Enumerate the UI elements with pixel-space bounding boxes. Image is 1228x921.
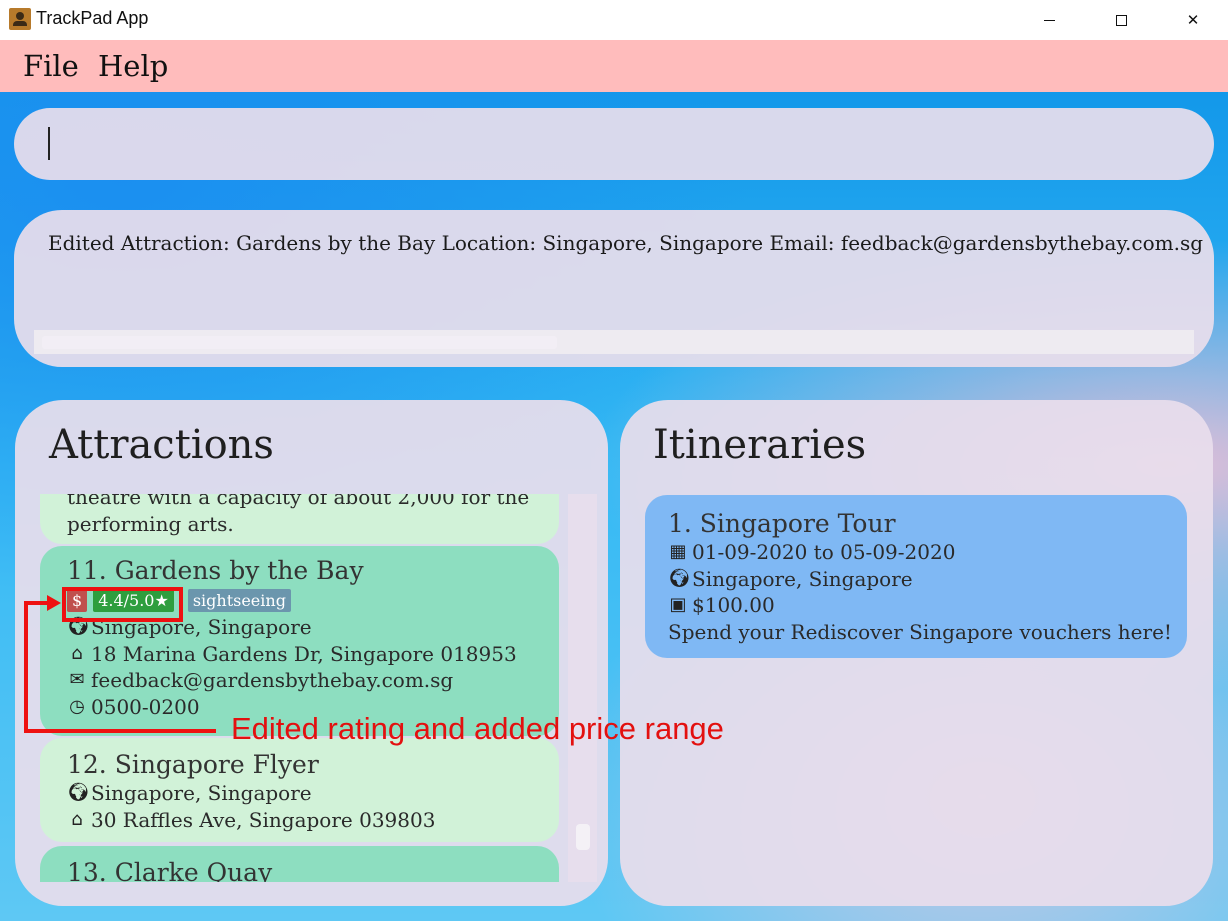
attractions-list[interactable]: theatre with a capacity of about 2,000 f…	[40, 494, 559, 882]
globe-icon: 🌍︎	[668, 567, 691, 589]
itinerary-dates: 01-09-2020 to 05-09-2020	[692, 540, 956, 564]
list-item[interactable]: 11. Gardens by the Bay $ 4.4/5.0★ sights…	[40, 546, 559, 736]
itinerary-title: 1. Singapore Tour	[668, 509, 896, 538]
horizontal-scrollbar-thumb[interactable]	[42, 336, 557, 349]
command-input[interactable]	[14, 108, 1214, 180]
attraction-description: theatre with a capacity of about 2,000 f…	[67, 494, 530, 509]
annotation-arrow-icon	[47, 595, 61, 611]
app-icon	[9, 8, 31, 30]
annotation-connector	[24, 729, 216, 733]
attraction-location: Singapore, Singapore	[91, 781, 312, 805]
email-icon: ✉	[69, 669, 85, 690]
annotation-highlight-box	[62, 587, 183, 622]
annotation-connector	[24, 601, 48, 605]
attraction-title: 13. Clarke Quay	[67, 858, 273, 882]
money-icon: ▣	[669, 594, 687, 615]
attraction-email: feedback@gardensbythebay.com.sg	[91, 668, 454, 692]
list-item[interactable]: 1. Singapore Tour ▦ 01-09-2020 to 05-09-2…	[645, 495, 1187, 658]
itineraries-heading: Itineraries	[653, 422, 867, 468]
attraction-title: 11. Gardens by the Bay	[67, 556, 364, 585]
itinerary-budget: $100.00	[692, 593, 775, 617]
list-item[interactable]: 13. Clarke Quay	[40, 846, 559, 882]
annotation-connector	[24, 601, 28, 733]
category-tag: sightseeing	[187, 589, 291, 612]
list-item[interactable]: 12. Singapore Flyer 🌍︎ Singapore, Singapo…	[40, 738, 559, 842]
globe-icon: 🌍︎	[67, 782, 90, 803]
vertical-scrollbar[interactable]	[568, 494, 597, 882]
result-text: Edited Attraction: Gardens by the Bay Lo…	[48, 231, 1204, 255]
itineraries-panel: Itineraries 1. Singapore Tour ▦ 01-09-202…	[620, 400, 1213, 906]
attraction-address: 18 Marina Gardens Dr, Singapore 018953	[91, 641, 517, 666]
horizontal-scrollbar[interactable]	[34, 330, 1194, 354]
itinerary-location: Singapore, Singapore	[692, 566, 913, 591]
vertical-scrollbar-thumb[interactable]	[576, 824, 590, 850]
window-title: TrackPad App	[36, 8, 149, 28]
maximize-icon[interactable]	[1086, 0, 1156, 40]
attraction-hours: 0500-0200	[91, 694, 200, 719]
title-bar: TrackPad App ✕	[0, 0, 1228, 40]
text-caret	[48, 127, 50, 160]
menu-help[interactable]: Help	[98, 49, 168, 83]
attraction-title: 12. Singapore Flyer	[67, 750, 319, 779]
clock-icon: ◷	[69, 695, 85, 717]
close-icon[interactable]: ✕	[1158, 0, 1228, 40]
annotation-text: Edited rating and added price range	[231, 711, 724, 746]
attractions-panel: Attractions theatre with a capacity of a…	[15, 400, 608, 906]
menu-bar: File Help	[0, 40, 1228, 92]
result-display: Edited Attraction: Gardens by the Bay Lo…	[14, 210, 1214, 367]
attraction-description: performing arts.	[67, 511, 234, 536]
list-item[interactable]: theatre with a capacity of about 2,000 f…	[40, 494, 559, 544]
home-icon: ⌂	[71, 642, 83, 664]
attractions-heading: Attractions	[49, 422, 274, 468]
menu-file[interactable]: File	[23, 49, 79, 83]
minimize-icon[interactable]	[1014, 0, 1084, 40]
calendar-icon: ▦	[669, 541, 687, 562]
attraction-address: 30 Raffles Ave, Singapore 039803	[91, 807, 436, 832]
itinerary-description: Spend your Rediscover Singapore vouchers…	[668, 619, 1172, 644]
home-icon: ⌂	[71, 808, 83, 830]
